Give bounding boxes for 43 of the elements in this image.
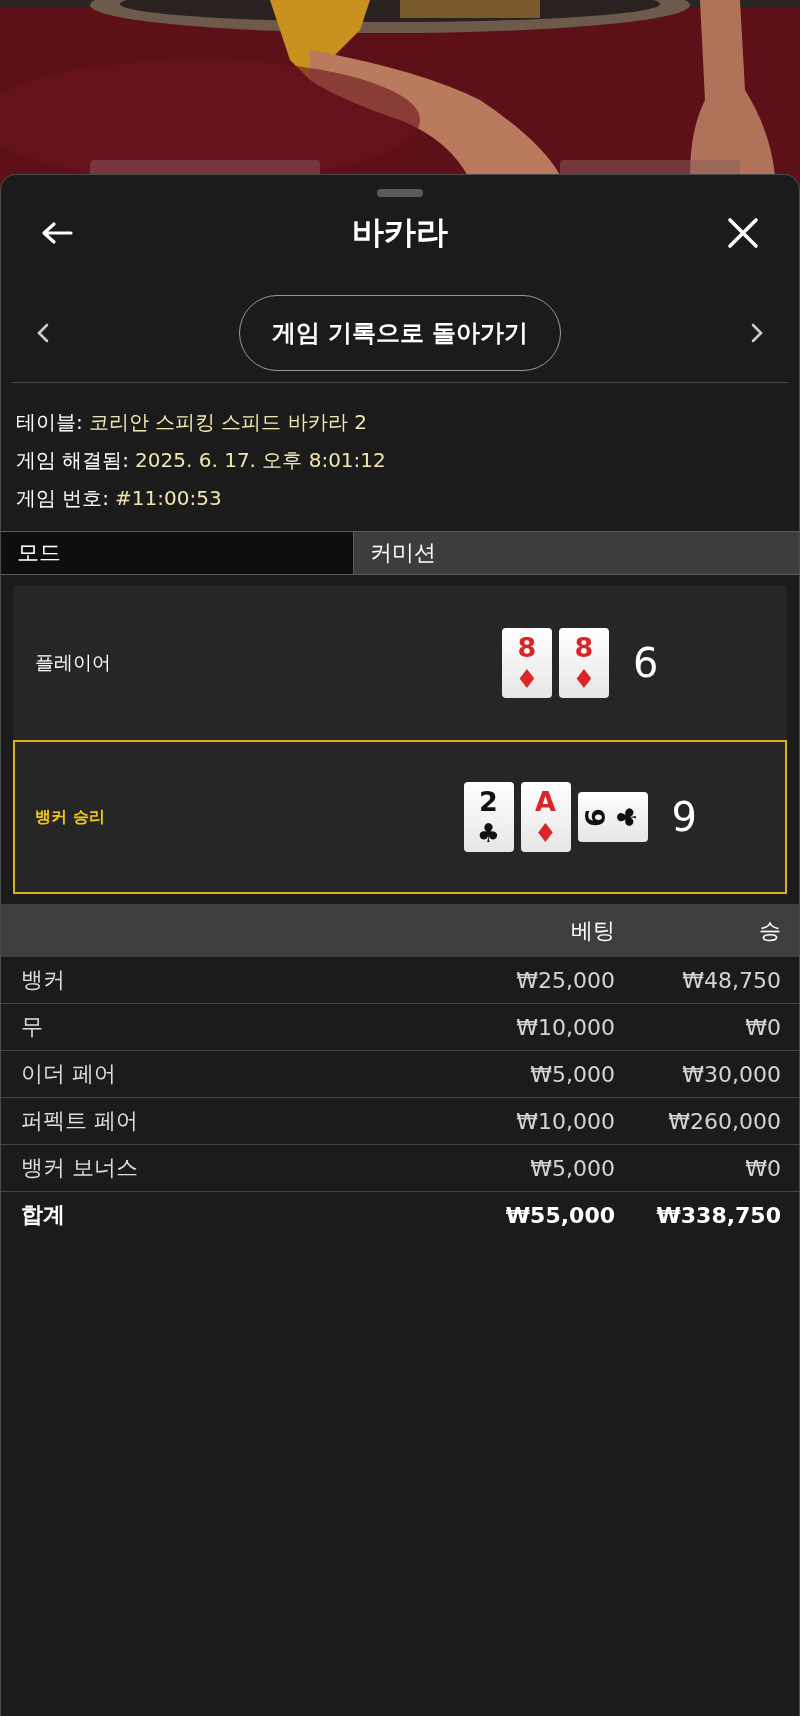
table-cell-text: ₩0 <box>744 1155 781 1181</box>
playing-card: 6 ♣ <box>577 792 648 842</box>
table-cell-text: ₩25,000 <box>515 967 615 993</box>
info-label: 게임 번호: <box>16 484 110 512</box>
info-value: #11:00:53 <box>115 486 222 510</box>
playing-card: A ♦ <box>520 782 571 852</box>
table-cell-text: 뱅커 보너스 <box>21 1154 139 1182</box>
drag-handle[interactable] <box>377 189 423 197</box>
back-arrow-icon[interactable] <box>41 221 73 245</box>
table-cell-text: ₩30,000 <box>681 1061 781 1087</box>
table-cell-text: ₩10,000 <box>515 1108 615 1134</box>
column-header: 승 <box>758 916 781 945</box>
table-cell-text: 이더 페어 <box>21 1060 117 1088</box>
info-value: 2025. 6. 17. 오후 8:01:12 <box>135 446 386 474</box>
table-cell-text: ₩5,000 <box>529 1061 615 1087</box>
table-cell-text: 무 <box>21 1013 44 1041</box>
hand-label: 뱅커 승리 <box>34 806 106 828</box>
hand-score: 6 <box>633 640 660 686</box>
hand-label: 플레이어 <box>34 650 112 675</box>
mode-label: 모드 <box>1 532 354 574</box>
hand-score: 9 <box>671 794 698 840</box>
chevron-left-icon[interactable] <box>37 323 49 343</box>
info-label: 테이블: <box>16 408 83 436</box>
table-cell-text: ₩0 <box>744 1014 781 1040</box>
table-cell-text: ₩48,750 <box>681 967 781 993</box>
info-label: 게임 해결됨: <box>16 446 130 474</box>
table-cell-text: 퍼펙트 페어 <box>21 1107 139 1135</box>
info-value: 코리안 스피킹 스피드 바카라 2 <box>88 408 367 436</box>
table-cell-text: ₩338,750 <box>655 1202 781 1228</box>
playing-card: 8 ♦ <box>559 628 609 698</box>
window-title: 바카라 <box>352 212 448 253</box>
playing-card: 2 ♣ <box>463 782 514 852</box>
close-icon[interactable] <box>727 217 759 249</box>
chevron-right-icon[interactable] <box>751 323 763 343</box>
table-cell-text: 합계 <box>21 1201 66 1229</box>
table-cell-text: ₩260,000 <box>667 1108 781 1134</box>
table-cell-text: ₩10,000 <box>515 1014 615 1040</box>
table-cell-text: ₩55,000 <box>504 1202 615 1228</box>
column-header: 베팅 <box>570 916 615 945</box>
table-cell-text: ₩5,000 <box>529 1155 615 1181</box>
mode-value: 커미션 <box>354 532 799 574</box>
table-cell-text: 뱅커 <box>21 966 66 994</box>
playing-card: 8 ♦ <box>502 628 552 698</box>
